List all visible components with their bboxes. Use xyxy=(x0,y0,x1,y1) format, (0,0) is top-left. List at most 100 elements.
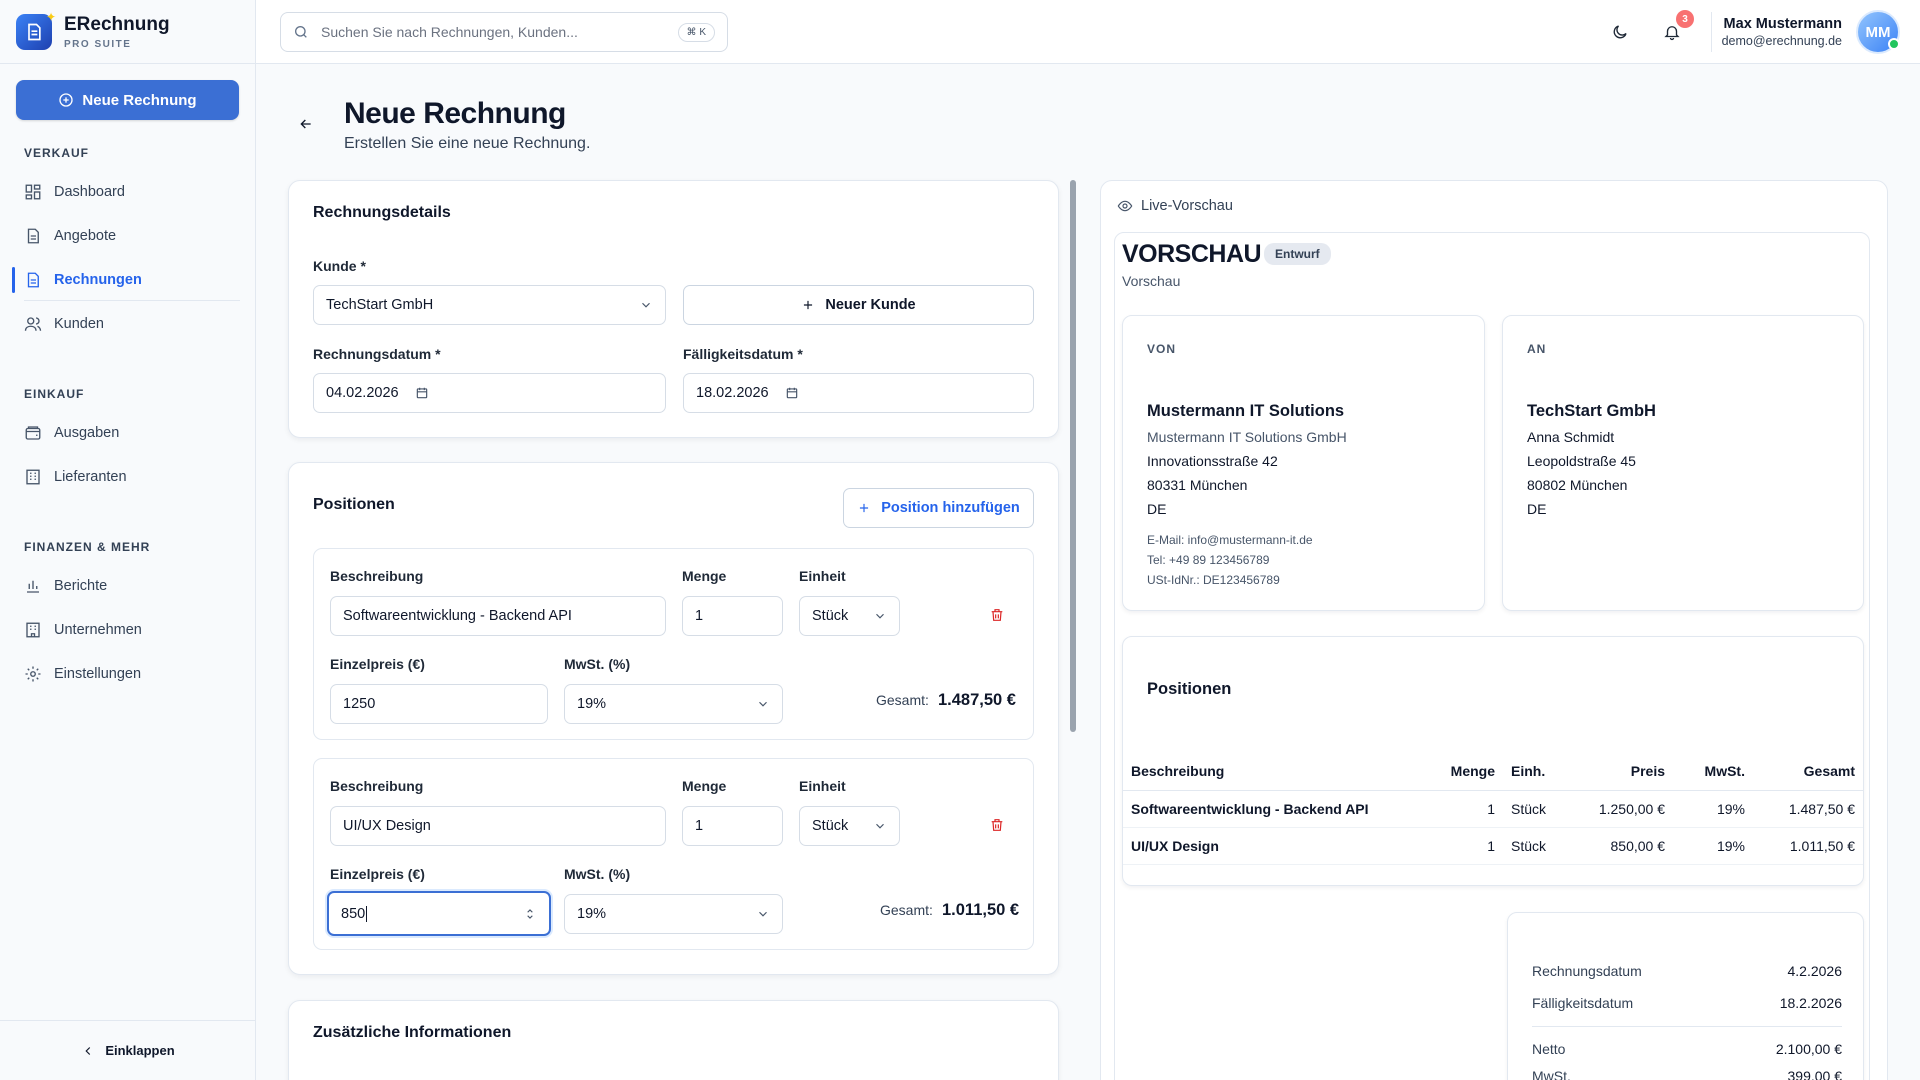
sidebar-item-dashboard[interactable]: Dashboard xyxy=(12,173,240,211)
sidebar-item-kunden[interactable]: Kunden xyxy=(12,305,240,343)
table-cell: Stück xyxy=(1503,827,1573,865)
preview-subtitle: Vorschau xyxy=(1122,273,1181,289)
table-cell: 850,00 € xyxy=(1573,827,1673,865)
sidebar-item-lieferanten[interactable]: Lieferanten xyxy=(12,458,240,496)
delete-position-button[interactable] xyxy=(989,817,1007,835)
sidebar-item-berichte[interactable]: Berichte xyxy=(12,567,240,605)
sidebar-item-einstellungen[interactable]: Einstellungen xyxy=(12,655,240,693)
delete-position-button[interactable] xyxy=(989,607,1007,625)
search-input[interactable] xyxy=(321,24,666,40)
user-name[interactable]: Max Mustermann xyxy=(1724,16,1842,32)
column-header: Menge xyxy=(1433,752,1503,791)
new-invoice-button[interactable]: Neue Rechnung xyxy=(16,80,239,120)
sidebar-item-label: Angebote xyxy=(54,228,117,244)
table-cell: Stück xyxy=(1503,790,1573,828)
sender-vat-id: USt-IdNr.: DE123456789 xyxy=(1147,573,1280,587)
arrow-left-icon xyxy=(300,119,311,129)
theme-toggle-button[interactable] xyxy=(1608,20,1632,44)
brand-subtitle: PRO SUITE xyxy=(64,38,132,50)
sidebar-item-rechnungen[interactable]: Rechnungen xyxy=(12,261,240,301)
nav-section-einkauf: EINKAUF xyxy=(24,387,85,401)
column-header: Einh. xyxy=(1503,752,1573,791)
unit-price-label: Einzelpreis (€) xyxy=(330,866,425,882)
description-input[interactable]: UI/UX Design xyxy=(330,806,666,846)
spinner-icon[interactable] xyxy=(523,907,537,921)
sender-country: DE xyxy=(1147,501,1167,517)
unit-select[interactable]: Stück xyxy=(799,806,900,846)
back-button[interactable] xyxy=(298,116,318,136)
brand-title: ERechnung xyxy=(64,13,170,35)
sender-email: E-Mail: info@mustermann-it.de xyxy=(1147,533,1313,547)
document-icon xyxy=(27,228,39,244)
sidebar-item-label: Unternehmen xyxy=(54,622,142,638)
invoice-icon xyxy=(27,272,39,288)
recipient-name: TechStart GmbH xyxy=(1527,402,1656,420)
sidebar-item-label: Lieferanten xyxy=(54,469,127,485)
invoice-details-title: Rechnungsdetails xyxy=(313,204,451,221)
chevron-down-icon xyxy=(759,911,767,917)
new-invoice-label: Neue Rechnung xyxy=(82,91,197,109)
moon-icon xyxy=(1613,25,1627,39)
quantity-input[interactable]: 1 xyxy=(682,596,783,636)
column-header: Beschreibung xyxy=(1123,752,1433,791)
users-icon xyxy=(24,317,42,331)
collapse-sidebar-button[interactable]: Einklappen xyxy=(0,1020,256,1080)
quantity-value: 1 xyxy=(695,608,704,624)
add-position-label: Position hinzufügen xyxy=(881,500,1020,516)
summary-invoice-date: Rechnungsdatum 4.2.2026 xyxy=(1532,963,1842,979)
description-label: Beschreibung xyxy=(330,568,424,584)
sidebar-item-label: Einstellungen xyxy=(54,666,142,682)
summary-label: Rechnungsdatum xyxy=(1532,963,1642,979)
due-date-label: Fälligkeitsdatum * xyxy=(683,346,803,362)
search-box[interactable]: ⌘ K xyxy=(280,12,728,52)
table-cell: 19% xyxy=(1673,790,1753,828)
due-date-input[interactable]: 18.02.2026 xyxy=(683,373,1034,413)
vat-select[interactable]: 19% xyxy=(564,894,783,934)
sidebar-item-angebote[interactable]: Angebote xyxy=(12,217,240,255)
quantity-label: Menge xyxy=(682,568,727,584)
vat-select[interactable]: 19% xyxy=(564,684,783,724)
sparkle-icon: ✦ xyxy=(45,9,56,24)
add-position-button[interactable]: Position hinzufügen xyxy=(843,488,1034,528)
sender-label: VON xyxy=(1147,342,1177,356)
bar-chart-icon xyxy=(27,580,39,593)
customer-select[interactable]: TechStart GmbH xyxy=(313,285,666,325)
chevron-down-icon xyxy=(876,823,884,829)
sender-company: Mustermann IT Solutions GmbH xyxy=(1147,429,1347,445)
recipient-country: DE xyxy=(1527,501,1547,517)
building-icon xyxy=(26,469,40,485)
summary-value: 399,00 € xyxy=(1787,1068,1843,1080)
sidebar-item-unternehmen[interactable]: Unternehmen xyxy=(12,611,240,649)
quantity-label: Menge xyxy=(682,778,727,794)
unit-price-input[interactable]: 1250 xyxy=(330,684,548,724)
customer-value: TechStart GmbH xyxy=(326,297,434,313)
live-preview-header: Live-Vorschau xyxy=(1117,198,1233,214)
summary-value: 18.2.2026 xyxy=(1779,995,1842,1011)
company-icon xyxy=(26,622,40,638)
quantity-input[interactable]: 1 xyxy=(682,806,783,846)
notifications-button[interactable]: 3 xyxy=(1660,10,1694,44)
brand[interactable]: ✦ ERechnung PRO SUITE xyxy=(0,0,255,64)
scrollbar-thumb[interactable] xyxy=(1070,180,1076,732)
sidebar-item-label: Berichte xyxy=(54,578,108,594)
trash-icon xyxy=(991,609,1003,621)
text-cursor xyxy=(366,905,368,922)
unit-price-input[interactable]: 850 xyxy=(327,891,551,936)
calendar-icon[interactable] xyxy=(785,386,799,400)
sender-city: 80331 München xyxy=(1147,477,1248,493)
summary-label: MwSt. xyxy=(1532,1068,1571,1080)
table-cell: 1.487,50 € xyxy=(1753,790,1863,828)
invoice-date-input[interactable]: 04.02.2026 xyxy=(313,373,666,413)
chevron-down-icon xyxy=(876,613,884,619)
preview-positions-table: Beschreibung Menge Einh. Preis MwSt. Ges… xyxy=(1123,752,1863,865)
description-input[interactable]: Softwareentwicklung - Backend API xyxy=(330,596,666,636)
positions-title: Positionen xyxy=(313,496,395,513)
calendar-icon[interactable] xyxy=(415,386,429,400)
new-customer-button[interactable]: Neuer Kunde xyxy=(683,285,1034,325)
unit-select[interactable]: Stück xyxy=(799,596,900,636)
summary-label: Netto xyxy=(1532,1041,1566,1057)
collapse-label: Einklappen xyxy=(105,1043,175,1058)
sidebar-item-ausgaben[interactable]: Ausgaben xyxy=(12,414,240,452)
invoice-logo-icon: ✦ xyxy=(16,10,56,50)
page-title: Neue Rechnung xyxy=(344,97,566,130)
